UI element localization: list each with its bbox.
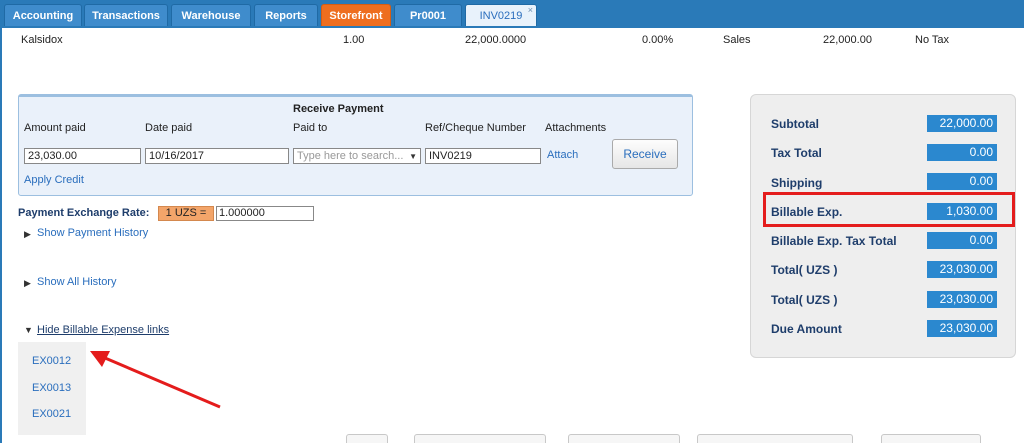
tax-total-value: 0.00 — [927, 144, 997, 161]
item-price: 22,000.0000 — [465, 34, 527, 46]
billable-expense-list: EX0012 EX0013 EX0021 — [18, 342, 86, 435]
bottom-button[interactable] — [568, 434, 680, 443]
left-border — [0, 28, 2, 443]
line-item-row: Kalsidox 1.00 22,000.0000 0.00% Sales 22… — [2, 28, 1024, 54]
tab-reports[interactable]: Reports — [254, 4, 318, 26]
show-payment-history-link[interactable]: Show Payment History — [37, 227, 148, 239]
tab-inv0219[interactable]: INV0219 × — [465, 4, 537, 26]
apply-credit-link[interactable]: Apply Credit — [24, 174, 84, 186]
highlight-box — [763, 192, 1015, 227]
ref-number-input[interactable]: INV0219 — [425, 148, 541, 164]
amount-paid-label: Amount paid — [24, 122, 86, 134]
item-account: Sales — [723, 34, 751, 46]
billable-expense-link[interactable]: EX0013 — [32, 382, 71, 394]
paid-to-placeholder: Type here to search... — [297, 150, 404, 162]
bottom-button[interactable] — [697, 434, 853, 443]
tab-pr0001[interactable]: Pr0001 — [394, 4, 462, 26]
billable-exp-tax-value: 0.00 — [927, 232, 997, 249]
arrow-shaft — [97, 353, 221, 409]
tax-total-label: Tax Total — [771, 146, 822, 160]
item-amount: 22,000.00 — [823, 34, 872, 46]
attach-link[interactable]: Attach — [547, 149, 578, 161]
item-discount: 0.00% — [642, 34, 674, 46]
exchange-rate-label: Payment Exchange Rate: — [18, 207, 150, 219]
dropdown-arrow-icon: ▼ — [409, 152, 417, 161]
bottom-button[interactable] — [346, 434, 388, 443]
total-uzs-label: Total( UZS ) — [771, 293, 838, 307]
exchange-rate-input[interactable]: 1.000000 — [216, 206, 314, 221]
hide-billable-links[interactable]: Hide Billable Expense links — [37, 324, 169, 336]
tab-inv0219-label: INV0219 — [479, 10, 523, 22]
receive-payment-title: Receive Payment — [293, 103, 384, 115]
shipping-label: Shipping — [771, 176, 823, 190]
total-uzs-label: Total( UZS ) — [771, 263, 838, 277]
close-icon[interactable]: × — [528, 0, 533, 21]
shipping-value: 0.00 — [927, 173, 997, 190]
tab-pr0001-label: Pr0001 — [409, 10, 447, 22]
receive-button[interactable]: Receive — [612, 139, 678, 169]
currency-badge: 1 UZS = — [158, 206, 214, 221]
subtotal-label: Subtotal — [771, 117, 819, 131]
billable-expense-link[interactable]: EX0021 — [32, 408, 71, 420]
expand-triangle-icon[interactable]: ▶ — [24, 229, 31, 240]
collapse-triangle-icon[interactable]: ▼ — [24, 325, 33, 335]
tab-warehouse[interactable]: Warehouse — [171, 4, 251, 26]
item-name: Kalsidox — [21, 34, 63, 46]
billable-exp-tax-label: Billable Exp. Tax Total — [771, 234, 897, 248]
tab-accounting[interactable]: Accounting — [4, 4, 82, 26]
expand-triangle-icon[interactable]: ▶ — [24, 278, 31, 289]
subtotal-value: 22,000.00 — [927, 115, 997, 132]
amount-paid-input[interactable]: 23,030.00 — [24, 148, 141, 164]
item-qty: 1.00 — [343, 34, 365, 46]
receive-payment-panel: Receive Payment Amount paid Date paid Pa… — [18, 94, 693, 196]
show-all-history-link[interactable]: Show All History — [37, 276, 116, 288]
paid-to-select[interactable]: Type here to search... ▼ — [293, 148, 421, 164]
total-uzs-value: 23,030.00 — [927, 291, 997, 308]
bottom-button[interactable] — [881, 434, 981, 443]
date-paid-label: Date paid — [145, 122, 193, 134]
tab-transactions[interactable]: Transactions — [84, 4, 168, 26]
bottom-button[interactable] — [414, 434, 546, 443]
ref-label: Ref/Cheque Number — [425, 122, 526, 134]
due-amount-value: 23,030.00 — [927, 320, 997, 337]
date-paid-input[interactable]: 10/16/2017 — [145, 148, 289, 164]
item-tax: No Tax — [915, 34, 950, 46]
top-tab-bar: Accounting Transactions Warehouse Report… — [0, 0, 1024, 28]
paid-to-label: Paid to — [293, 122, 328, 134]
annotation-arrow — [90, 351, 221, 409]
billable-expense-link[interactable]: EX0012 — [32, 355, 71, 367]
total-uzs-value: 23,030.00 — [927, 261, 997, 278]
attachments-label: Attachments — [545, 122, 607, 134]
tab-storefront[interactable]: Storefront — [321, 4, 391, 26]
due-amount-label: Due Amount — [771, 322, 842, 336]
